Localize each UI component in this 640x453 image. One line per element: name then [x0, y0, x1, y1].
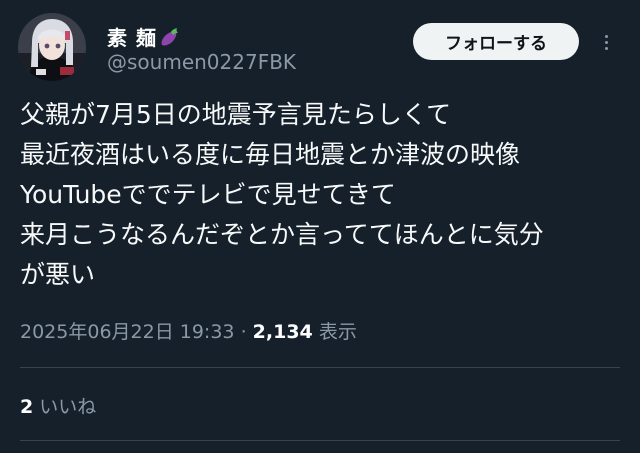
user-handle[interactable]: @soumen0227FBK	[107, 50, 296, 74]
tweet-text-line: YouTubeででテレビで見せてきて	[20, 180, 396, 209]
divider	[20, 440, 620, 441]
tweet-text-line: が悪い	[20, 260, 96, 289]
meta-separator: ·	[240, 321, 247, 343]
tweet-text-line: 最近夜酒はいる度に毎日地震とか津波の映像	[20, 140, 521, 169]
avatar[interactable]	[18, 13, 86, 81]
dot	[604, 34, 608, 38]
dot	[604, 46, 608, 50]
tweet-card: 素 麺 @soumen0227FBK フォローする 父親が7月5日の地震予言見た…	[0, 0, 640, 453]
avatar-image	[18, 13, 86, 81]
more-vertical-icon[interactable]	[594, 28, 618, 56]
likes-link[interactable]: 2 いいね	[20, 392, 96, 419]
like-label: いいね	[39, 396, 97, 418]
divider	[20, 367, 620, 368]
display-name[interactable]: 素 麺	[107, 22, 181, 53]
like-count: 2	[20, 396, 34, 418]
tweet-text-line: 来月こうなるんだぞとか言っててほんとに気分	[20, 220, 544, 249]
follow-button[interactable]: フォローする	[413, 23, 579, 60]
dot	[604, 40, 608, 44]
view-label: 表示	[318, 321, 357, 343]
view-count: 2,134	[252, 321, 313, 343]
tweet-text-line: 父親が7月5日の地震予言見たらしくて	[20, 100, 452, 129]
eggplant-icon	[159, 26, 181, 53]
display-name-text: 素 麺	[107, 26, 157, 50]
tweet-meta: 2025年06月22日 19:33 · 2,134 表示	[20, 317, 357, 344]
tweet-text: 父親が7月5日の地震予言見たらしくて 最近夜酒はいる度に毎日地震とか津波の映像 …	[20, 95, 630, 295]
timestamp[interactable]: 2025年06月22日 19:33	[20, 321, 235, 343]
